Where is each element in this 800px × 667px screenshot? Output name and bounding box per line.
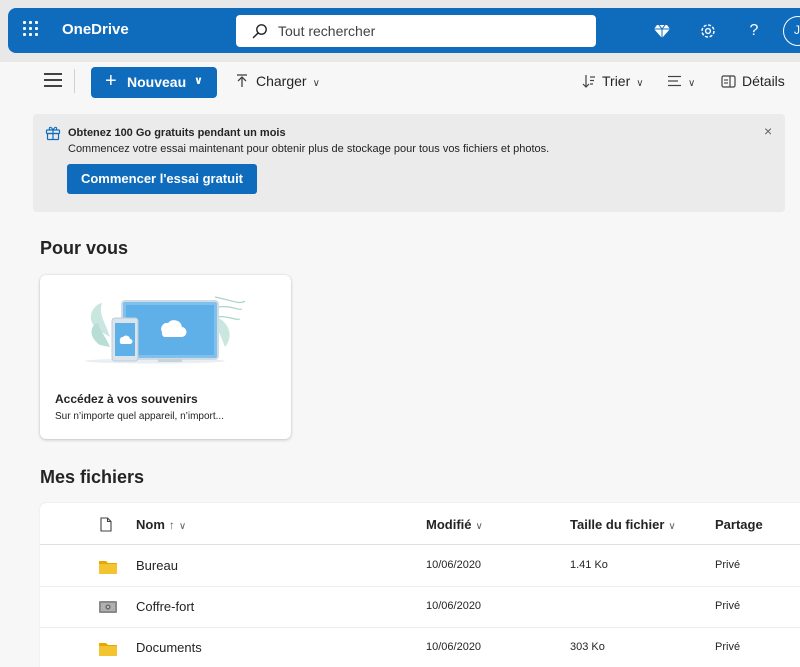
- file-type-icon: [100, 517, 112, 532]
- search-icon: [252, 24, 267, 39]
- files-table: Nom ↑ ∨ Modifié ∨ Taille du fichier ∨ Partag…: [40, 503, 800, 667]
- column-sharing-label: Partage: [715, 517, 763, 532]
- column-size-label: Taille du fichier: [570, 517, 665, 532]
- divider: [74, 69, 75, 93]
- gift-icon: [45, 126, 61, 141]
- trial-banner: Obtenez 100 Go gratuits pendant un mois …: [33, 114, 785, 212]
- view-options-button[interactable]: ∨: [667, 73, 695, 89]
- table-row[interactable]: Coffre-fort 10/06/2020 Privé: [40, 587, 800, 628]
- details-button[interactable]: Détails: [721, 73, 785, 89]
- app-title[interactable]: OneDrive: [62, 21, 129, 38]
- menu-icon[interactable]: [44, 73, 62, 87]
- app-launcher-icon[interactable]: [23, 21, 41, 39]
- file-size: 1.41 Ko: [570, 559, 608, 571]
- chevron-down-icon: ∨: [688, 78, 696, 89]
- chevron-down-icon: ∨: [475, 521, 483, 532]
- devices-illustration: [85, 296, 246, 364]
- file-size: 303 Ko: [570, 641, 605, 653]
- column-size[interactable]: Taille du fichier ∨: [570, 517, 676, 532]
- file-name[interactable]: Bureau: [136, 558, 178, 573]
- column-name[interactable]: Nom ↑ ∨: [136, 517, 186, 532]
- chevron-down-icon: ∨: [636, 78, 644, 89]
- folder-icon: [99, 643, 117, 656]
- chevron-down-icon: ∨: [194, 75, 203, 87]
- top-bar: OneDrive ? J: [0, 0, 800, 62]
- file-name[interactable]: Documents: [136, 640, 202, 655]
- diamond-icon[interactable]: [651, 20, 673, 42]
- search-input[interactable]: [278, 21, 578, 41]
- search-box[interactable]: [236, 15, 596, 47]
- column-modified-label: Modifié: [426, 517, 472, 532]
- column-modified[interactable]: Modifié ∨: [426, 517, 483, 532]
- banner-title: Obtenez 100 Go gratuits pendant un mois: [68, 127, 286, 139]
- vault-icon: [99, 601, 117, 613]
- for-you-heading: Pour vous: [40, 238, 129, 258]
- gear-icon[interactable]: [697, 20, 719, 42]
- start-trial-button[interactable]: Commencer l'essai gratuit: [67, 164, 257, 194]
- new-button-label: Nouveau: [127, 74, 187, 90]
- table-row[interactable]: Documents 10/06/2020 303 Ko Privé: [40, 628, 800, 667]
- sort-label: Trier: [602, 73, 631, 89]
- my-files-heading: Mes fichiers: [40, 467, 145, 487]
- column-sharing[interactable]: Partage: [715, 517, 763, 532]
- sort-icon: [582, 75, 595, 88]
- file-sharing: Privé: [715, 600, 741, 612]
- chevron-down-icon: ∨: [312, 78, 320, 89]
- table-header: Nom ↑ ∨ Modifié ∨ Taille du fichier ∨ Partag…: [40, 503, 800, 545]
- card-title: Accédez à vos souvenirs: [55, 392, 198, 406]
- details-pane-icon: [721, 75, 736, 88]
- new-button[interactable]: + Nouveau ∨: [91, 67, 217, 98]
- file-sharing: Privé: [715, 641, 741, 653]
- avatar[interactable]: J: [783, 16, 800, 46]
- file-modified: 10/06/2020: [426, 641, 482, 653]
- column-name-label: Nom: [136, 517, 165, 532]
- brand-bar: OneDrive ? J: [8, 8, 800, 53]
- file-modified: 10/06/2020: [426, 559, 482, 571]
- file-modified: 10/06/2020: [426, 600, 482, 612]
- file-name[interactable]: Coffre-fort: [136, 599, 194, 614]
- file-sharing: Privé: [715, 559, 741, 571]
- chevron-down-icon: ∨: [668, 521, 676, 532]
- chevron-down-icon: ∨: [178, 521, 187, 532]
- folder-icon: [99, 561, 117, 574]
- sort-ascending-icon: ↑: [168, 518, 175, 532]
- upload-label: Charger: [256, 73, 307, 89]
- help-icon[interactable]: ?: [743, 20, 765, 42]
- details-label: Détails: [742, 73, 785, 89]
- memories-card[interactable]: Accédez à vos souvenirs Sur n’importe qu…: [40, 275, 291, 439]
- close-icon[interactable]: ×: [764, 123, 772, 139]
- command-bar: + Nouveau ∨ Charger ∨ Trier ∨ ∨ Détails: [0, 62, 800, 104]
- view-list-icon: [668, 75, 681, 87]
- table-row[interactable]: Bureau 10/06/2020 1.41 Ko Privé: [40, 546, 800, 587]
- plus-icon: +: [105, 70, 117, 92]
- upload-icon: [237, 74, 247, 87]
- sort-button[interactable]: Trier ∨: [582, 73, 644, 89]
- upload-button[interactable]: Charger ∨: [236, 73, 320, 89]
- card-subtitle: Sur n’importe quel appareil, n’import...: [55, 411, 224, 422]
- banner-text: Commencez votre essai maintenant pour ob…: [68, 143, 550, 155]
